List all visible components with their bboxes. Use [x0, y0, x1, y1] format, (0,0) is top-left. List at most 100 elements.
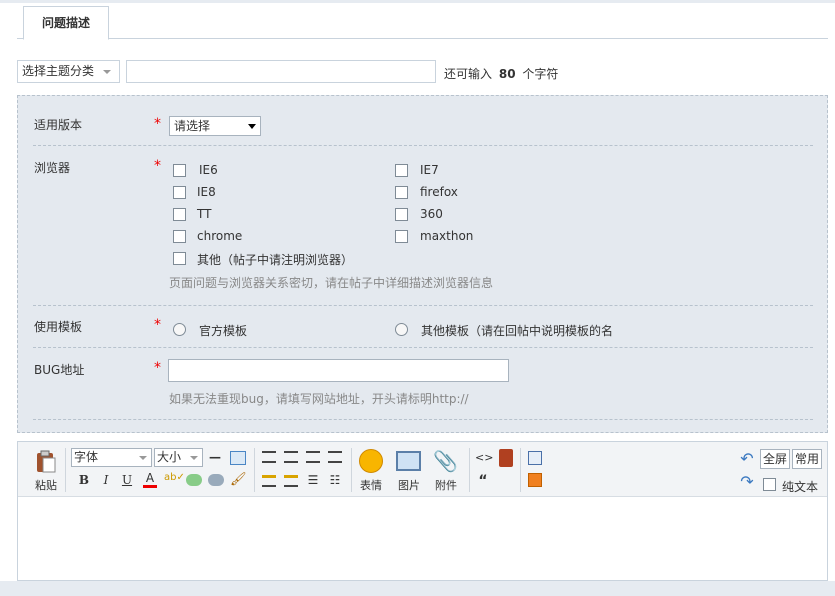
paperclip-icon[interactable]: 📎 [433, 449, 458, 473]
underline-icon[interactable]: U [121, 473, 133, 487]
unlink-icon[interactable] [208, 474, 224, 486]
table-icon[interactable] [230, 451, 246, 465]
browser-hint: 页面问题与浏览器关系密切，请在帖子中详细描述浏览器信息 [169, 276, 494, 290]
bug-url-label: BUG地址 [34, 363, 85, 377]
checkbox-ie8[interactable] [173, 186, 186, 199]
align-center-icon[interactable] [284, 451, 298, 463]
quote-icon[interactable]: “ [477, 473, 489, 489]
fullscreen-button[interactable]: 全屏 [760, 449, 791, 469]
common-button[interactable]: 常用 [792, 449, 823, 469]
form-panel: 适用版本 * 请选择 浏览器 * IE6 IE7 IE8 firefox TT … [17, 95, 828, 433]
bug-url-required-star: * [154, 360, 161, 376]
divider [520, 448, 521, 492]
checkbox-firefox[interactable] [395, 186, 408, 199]
plaintext-label: 纯文本 [782, 480, 819, 494]
align-right-icon[interactable] [306, 451, 320, 463]
divider [65, 448, 66, 492]
remaining-suffix: 个字符 [522, 67, 559, 81]
bottom-strip [0, 581, 835, 596]
checkbox-maxthon-label: maxthon [420, 229, 474, 243]
flash-icon[interactable] [528, 473, 542, 487]
tab-problem-description[interactable]: 问题描述 [23, 6, 109, 40]
font-size-select[interactable]: 大小 [154, 448, 203, 467]
horizontal-rule-icon[interactable]: — [208, 448, 222, 466]
float-right-icon[interactable] [284, 475, 298, 487]
format-brush-icon[interactable]: 🖌 [230, 473, 247, 487]
bug-url-input[interactable] [168, 359, 509, 382]
image-icon[interactable] [396, 451, 421, 471]
template-required-star: * [154, 317, 161, 333]
divider [33, 145, 813, 146]
clipboard-icon[interactable] [35, 450, 57, 474]
image-label: 图片 [398, 479, 420, 492]
subject-row: 选择主题分类 还可输入 80 个字符 [17, 60, 828, 84]
browser-label: 浏览器 [34, 161, 71, 175]
rich-text-editor: 粘贴 字体 大小 — B I U A ab✓ 🖌 ☰ ☷ 表情 图片 📎 附件 … [17, 441, 828, 581]
attachment-label: 附件 [435, 479, 457, 492]
ordered-list-icon[interactable]: ☰ [306, 473, 320, 487]
divider [33, 419, 813, 420]
chevron-down-icon [139, 456, 147, 460]
page-break-icon[interactable] [528, 451, 542, 465]
spellcheck-icon[interactable]: ab✓ [164, 472, 185, 488]
font-color-icon[interactable]: A [143, 472, 157, 488]
category-select[interactable]: 选择主题分类 [17, 60, 120, 83]
top-strip [0, 0, 835, 3]
version-label: 适用版本 [34, 118, 83, 132]
checkbox-maxthon[interactable] [395, 230, 408, 243]
remaining-prefix: 还可输入 [444, 67, 493, 81]
align-left-icon[interactable] [262, 451, 276, 463]
link-icon[interactable] [186, 474, 202, 486]
remaining-count: 80 [498, 67, 516, 81]
checkbox-chrome-label: chrome [197, 229, 243, 243]
radio-other-template[interactable] [395, 323, 408, 336]
checkbox-chrome[interactable] [173, 230, 186, 243]
editor-toolbar: 粘贴 字体 大小 — B I U A ab✓ 🖌 ☰ ☷ 表情 图片 📎 附件 … [18, 442, 827, 497]
font-family-select[interactable]: 字体 [71, 448, 152, 467]
version-select[interactable]: 请选择 [169, 116, 261, 136]
chevron-down-icon [190, 456, 198, 460]
chevron-down-icon [103, 70, 111, 74]
redo-icon[interactable]: ↷ [738, 474, 756, 490]
checkbox-ie6[interactable] [173, 164, 186, 177]
emoticon-icon[interactable] [359, 449, 383, 473]
checkbox-ie8-label: IE8 [197, 185, 216, 199]
version-select-value: 请选择 [174, 119, 211, 133]
checkbox-firefox-label: firefox [420, 185, 458, 199]
justify-icon[interactable] [328, 451, 342, 463]
divider [351, 448, 352, 492]
free-content-icon[interactable] [499, 449, 513, 467]
radio-other-template-label: 其他模板（请在回帖中说明模板的名 [421, 324, 614, 338]
radio-official-template[interactable] [173, 323, 186, 336]
emoticon-label: 表情 [360, 479, 382, 492]
italic-icon[interactable]: I [100, 473, 112, 487]
paste-label: 粘贴 [35, 479, 57, 492]
category-select-value: 选择主题分类 [22, 64, 95, 78]
float-left-icon[interactable] [262, 475, 276, 487]
editor-content-area[interactable] [18, 498, 827, 580]
font-size-value: 大小 [157, 450, 182, 464]
version-required-star: * [154, 116, 161, 132]
code-icon[interactable]: <> [475, 451, 493, 464]
template-label: 使用模板 [34, 320, 83, 334]
bug-url-hint: 如果无法重现bug，请填写网站地址，开头请标明http:// [169, 392, 469, 406]
chevron-down-icon [248, 124, 256, 129]
subject-input[interactable] [126, 60, 436, 83]
plaintext-checkbox[interactable] [763, 478, 776, 491]
divider [254, 448, 255, 492]
checkbox-other-browser-label: 其他（帖子中请注明浏览器） [197, 253, 354, 267]
browser-required-star: * [154, 158, 161, 174]
checkbox-other-browser[interactable] [173, 252, 186, 265]
checkbox-tt[interactable] [173, 208, 186, 221]
checkbox-360[interactable] [395, 208, 408, 221]
checkbox-ie7-label: IE7 [420, 163, 439, 177]
remaining-count-text: 还可输入 80 个字符 [444, 65, 558, 82]
checkbox-ie7[interactable] [395, 164, 408, 177]
radio-official-template-label: 官方模板 [199, 324, 248, 338]
undo-icon[interactable]: ↶ [738, 451, 756, 467]
unordered-list-icon[interactable]: ☷ [328, 473, 342, 487]
checkbox-360-label: 360 [420, 207, 443, 221]
divider [33, 347, 813, 348]
checkbox-tt-label: TT [197, 207, 212, 221]
bold-icon[interactable]: B [78, 473, 90, 487]
